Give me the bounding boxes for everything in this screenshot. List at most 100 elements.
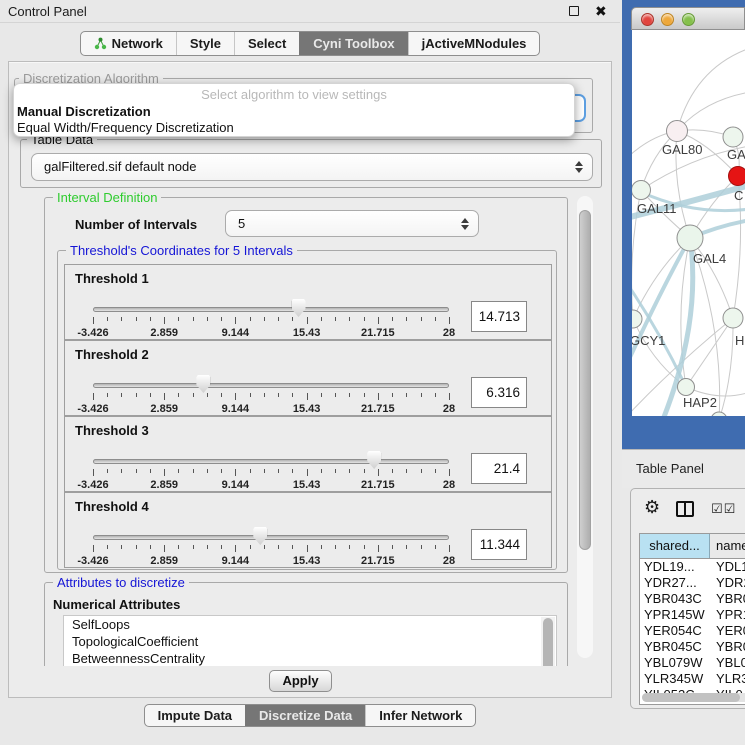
apply-button[interactable]: Apply (269, 670, 332, 692)
float-window-icon[interactable] (569, 6, 579, 16)
node-attribute-table[interactable]: shared... name YDL19...YDL1YDR27...YDR2Y… (639, 533, 745, 705)
slider-tick-labels: -3.4262.8599.14415.4321.71528 (93, 555, 449, 567)
stepper-up-icon[interactable] (575, 161, 583, 166)
tab-jactivemnodules[interactable]: jActiveMNodules (408, 32, 540, 55)
tab-cyni-toolbox[interactable]: Cyni Toolbox (299, 32, 407, 55)
stepper-down-icon[interactable] (575, 168, 583, 173)
slider-tick (349, 317, 350, 321)
network-canvas[interactable]: GAL80GACGAL11GAL4GCY1HHAP2 (632, 30, 745, 416)
table-data-combobox[interactable]: galFiltered.sif default node (31, 153, 593, 181)
threshold-slider[interactable]: -3.4262.8599.14415.4321.71528 (93, 371, 449, 415)
node-selected-red[interactable] (729, 167, 745, 186)
node-label: HAP2 (683, 395, 717, 410)
node-partial[interactable] (711, 412, 727, 416)
tab-impute-data[interactable]: Impute Data (145, 705, 245, 726)
node-hap2[interactable] (678, 379, 695, 396)
node-gcy1[interactable] (632, 310, 642, 328)
checkbox-filter-icons[interactable]: ☑☑ (711, 501, 736, 517)
cell-shared-name: YBL079W (640, 655, 710, 671)
option-equal-width-frequency[interactable]: Equal Width/Frequency Discretization (17, 120, 234, 135)
slider-tick (164, 317, 165, 324)
slider-tick (406, 393, 407, 397)
table-row[interactable]: YPR145WYPR1 (640, 607, 745, 623)
table-row[interactable]: YDL19...YDL1 (640, 559, 745, 575)
checked-box-icon[interactable]: ☑ (711, 501, 724, 516)
node-unlabeled[interactable] (723, 127, 743, 147)
attributes-group-title: Attributes to discretize (53, 575, 189, 590)
slider-handle[interactable] (196, 375, 210, 393)
option-manual-discretization[interactable]: Manual Discretization (17, 104, 151, 119)
slider-track[interactable] (93, 383, 449, 388)
slider-tick (150, 393, 151, 397)
slider-track[interactable] (93, 459, 449, 464)
gear-icon[interactable]: ⚙ (644, 497, 660, 518)
attribute-item[interactable]: BetweennessCentrality (64, 650, 556, 666)
cell-shared-name: YLR345W (640, 671, 710, 687)
slider-tick (235, 317, 236, 324)
close-icon[interactable]: ✖ (595, 2, 607, 20)
threshold-slider[interactable]: -3.4262.8599.14415.4321.71528 (93, 523, 449, 567)
column-header-shared-name[interactable]: shared... (640, 534, 710, 558)
minimize-traffic-light[interactable] (661, 13, 674, 26)
stepper-icon[interactable] (461, 218, 469, 230)
panel-scrollbar[interactable] (577, 196, 593, 658)
stepper-up-icon[interactable] (461, 218, 469, 223)
zoom-traffic-light[interactable] (682, 13, 695, 26)
node-gal11[interactable] (632, 181, 651, 200)
close-traffic-light[interactable] (641, 13, 654, 26)
table-hscrollbar[interactable] (642, 693, 745, 702)
table-row[interactable]: YBL079WYBL0 (640, 655, 745, 671)
numerical-attributes-label: Numerical Attributes (53, 597, 180, 612)
network-graph[interactable]: GAL80GACGAL11GAL4GCY1HHAP2 (632, 30, 745, 416)
panel-scrollbar-thumb[interactable] (579, 210, 591, 550)
stepper-icon[interactable] (575, 161, 583, 173)
checked-box-icon[interactable]: ☑ (724, 501, 737, 516)
threshold-value[interactable]: 6.316 (471, 377, 527, 408)
threshold-value[interactable]: 14.713 (471, 301, 527, 332)
attribute-item[interactable]: TopologicalCoefficient (64, 633, 556, 650)
slider-track[interactable] (93, 307, 449, 312)
stepper-down-icon[interactable] (461, 225, 469, 230)
slider-tick (93, 317, 94, 324)
slider-handle[interactable] (292, 299, 306, 317)
number-of-intervals-combobox[interactable]: 5 (225, 210, 479, 237)
table-row[interactable]: YER054CYER0 (640, 623, 745, 639)
slider-ticks (93, 393, 449, 401)
column-header-name[interactable]: name (710, 534, 745, 558)
table-panel: ⚙ ☑☑ shared... name YDL19...YDL1YDR27...… (630, 488, 745, 709)
slider-tick (250, 317, 251, 321)
network-window-titlebar[interactable] (631, 7, 745, 30)
table-row[interactable]: YBR043CYBR0 (640, 591, 745, 607)
slider-tick (349, 393, 350, 397)
top-tab-bar-inner: NetworkStyleSelectCyni ToolboxjActiveMNo… (80, 31, 541, 56)
table-row[interactable]: YDR27...YDR2 (640, 575, 745, 591)
tab-select[interactable]: Select (234, 32, 299, 55)
tab-discretize-data[interactable]: Discretize Data (245, 705, 365, 726)
tab-network[interactable]: Network (81, 32, 176, 55)
slider-track[interactable] (93, 535, 449, 540)
tab-style[interactable]: Style (176, 32, 234, 55)
slider-handle[interactable] (367, 451, 381, 469)
cell-shared-name: YBR045C (640, 639, 710, 655)
table-hscrollbar-thumb[interactable] (642, 693, 740, 702)
slider-handle[interactable] (253, 527, 267, 545)
list-scrollbar-thumb[interactable] (543, 618, 553, 666)
table-row[interactable]: YLR345WYLR3 (640, 671, 745, 687)
threshold-value[interactable]: 21.4 (471, 453, 527, 484)
slider-tick (406, 317, 407, 321)
numerical-attributes-list[interactable]: SelfLoopsTopologicalCoefficientBetweenne… (63, 615, 557, 666)
table-row[interactable]: YBR045CYBR0 (640, 639, 745, 655)
slider-tick-labels: -3.4262.8599.14415.4321.71528 (93, 479, 449, 491)
slider-tick (207, 317, 208, 321)
node-h[interactable] (723, 308, 743, 328)
threshold-slider[interactable]: -3.4262.8599.14415.4321.71528 (93, 295, 449, 339)
threshold-slider[interactable]: -3.4262.8599.14415.4321.71528 (93, 447, 449, 491)
node-gal80[interactable] (667, 121, 688, 142)
attribute-item[interactable]: SelfLoops (64, 616, 556, 633)
column-layout-icon[interactable] (676, 501, 694, 517)
threshold-value[interactable]: 11.344 (471, 529, 527, 560)
slider-tick-label: 21.715 (361, 555, 395, 567)
node-gal4[interactable] (677, 225, 703, 251)
list-scrollbar[interactable] (541, 617, 555, 666)
tab-infer-network[interactable]: Infer Network (365, 705, 475, 726)
